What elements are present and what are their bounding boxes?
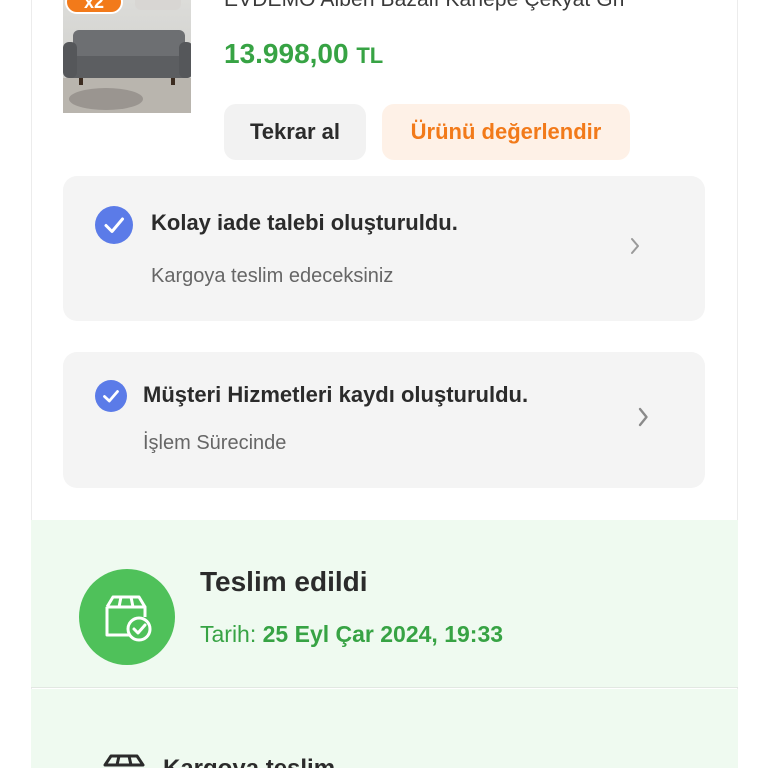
return-request-status[interactable]: Kolay iade talebi oluşturuldu. Kargoya t… bbox=[63, 176, 705, 321]
shipping-status: Kargoya teslim bbox=[31, 689, 738, 768]
status-title: Müşteri Hizmetleri kaydı oluşturuldu. bbox=[143, 382, 529, 407]
quantity-badge: x2 bbox=[65, 0, 123, 14]
delivery-status: Teslim edildi Tarih: 25 Eyl Çar 2024, 19… bbox=[31, 520, 738, 688]
check-circle-icon bbox=[95, 380, 127, 412]
truck-icon bbox=[101, 753, 147, 768]
product-image[interactable]: x2 bbox=[63, 0, 191, 113]
delivery-date: Tarih: 25 Eyl Çar 2024, 19:33 bbox=[200, 621, 503, 648]
product-title[interactable]: EVDEMO Alben Bazalı Kanepe Çekyat Gri bbox=[224, 0, 625, 12]
customer-service-status[interactable]: Müşteri Hizmetleri kaydı oluşturuldu. İş… bbox=[63, 352, 705, 488]
status-subtitle: İşlem Sürecinde bbox=[143, 432, 287, 454]
shipping-status-label: Kargoya teslim bbox=[163, 755, 335, 768]
delivery-date-label: Tarih: bbox=[200, 621, 257, 647]
package-check-icon bbox=[79, 569, 175, 665]
delivery-date-value: 25 Eyl Çar 2024, 19:33 bbox=[262, 621, 504, 647]
delivery-title: Teslim edildi bbox=[200, 566, 368, 597]
status-subtitle: Kargoya teslim edeceksiniz bbox=[151, 265, 394, 287]
status-title: Kolay iade talebi oluşturuldu. bbox=[151, 210, 458, 235]
check-circle-icon bbox=[95, 206, 133, 244]
review-product-button[interactable]: Ürünü değerlendir bbox=[382, 104, 630, 160]
buy-again-button[interactable]: Tekrar al bbox=[224, 104, 366, 160]
chevron-right-icon bbox=[637, 406, 649, 433]
product-price: 13.998,00 TL bbox=[224, 38, 383, 70]
price-amount: 13.998,00 bbox=[224, 38, 349, 69]
chevron-right-icon bbox=[629, 236, 641, 261]
price-currency: TL bbox=[356, 43, 384, 68]
